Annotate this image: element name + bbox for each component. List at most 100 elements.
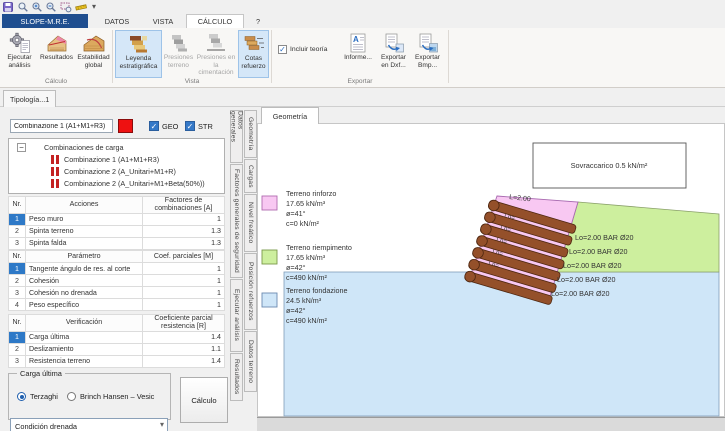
legend-gamma: 24.5 kN/m³ [286, 296, 322, 305]
resultados-button[interactable]: Resultados [39, 30, 74, 78]
side-tab-posicion-refuerzos[interactable]: Posición refuerzos [244, 253, 257, 330]
calculo-button[interactable]: Cálculo [180, 377, 228, 423]
side-tab-nivel-freatico[interactable]: Nivel freático [244, 194, 257, 252]
presiones-cimentacion-button[interactable]: Presiones en la cimentación [195, 30, 237, 78]
chevron-down-icon: ▾ [160, 420, 164, 429]
col-header: Coef. parciales [M] [143, 251, 225, 263]
bar-length-label: Lo=2.00 BAR Ø20 [551, 289, 610, 298]
group-divider [448, 30, 449, 83]
side-tab-datos-generales[interactable]: Datos generales [230, 110, 243, 163]
incluir-teoria-checkbox-row: ✓ Incluir teoría [278, 45, 327, 54]
tree-root-label: Combinaciones de carga [44, 143, 124, 152]
side-tab-cargas[interactable]: Cargas [244, 159, 257, 193]
zoom-in-icon[interactable] [31, 1, 43, 13]
condition-dropdown[interactable]: Condición drenada ▾ [10, 418, 168, 431]
terzaghi-radio[interactable] [17, 392, 26, 401]
geo-label: GEO [162, 122, 178, 131]
table-row[interactable]: 3 Spinta falda 1.3 [9, 237, 225, 249]
foundation-pressures-icon [205, 32, 227, 54]
measure-icon[interactable] [75, 1, 87, 13]
incluir-teoria-checkbox[interactable]: ✓ [278, 45, 287, 54]
combination-name-input[interactable] [10, 119, 113, 133]
side-tab-ejecutar-analisis[interactable]: Ejecutar análisis [230, 279, 243, 352]
group-divider [112, 30, 113, 83]
exportar-bmp-label: Exportar Bmp... [411, 54, 444, 69]
condition-dropdown-value: Condición drenada [15, 422, 77, 431]
typology-strip: Tipología...1 [0, 88, 725, 107]
geometria-canvas-tab[interactable]: Geometría [261, 107, 319, 124]
toolbar-options-icon[interactable]: ▾ [92, 2, 96, 11]
reinforcement-levels-icon [243, 33, 265, 55]
side-tab-resultados[interactable]: Resultados [230, 353, 243, 401]
legend-c: c=490 kN/m² [286, 316, 328, 325]
soil-pressures-icon [168, 32, 190, 54]
informe-button[interactable]: A Informe... [341, 30, 375, 78]
leyenda-estratigrafica-button[interactable]: Leyenda estratigráfica [115, 30, 162, 78]
tree-root-row[interactable]: − Combinaciones de carga [9, 141, 224, 153]
tree-item-label: Combinazione 2 (A_Unitari+M1+Beta(50%)) [64, 179, 205, 188]
combination-icon [51, 179, 59, 188]
export-dxf-icon [383, 32, 405, 54]
side-tab-datos-terreno[interactable]: Datos terreno [244, 331, 257, 392]
brinch-hansen-radio[interactable] [67, 392, 76, 401]
table-row[interactable]: 2 Spinta terreno 1.3 [9, 225, 225, 237]
app-window: ▾ SLOPE-M.R.E. DATOS VISTA CÁLCULO ? Eje… [0, 0, 725, 431]
tab-datos[interactable]: DATOS [94, 14, 140, 28]
col-header: Verificación [26, 315, 143, 332]
export-bmp-icon [417, 32, 439, 54]
table-row[interactable]: 1 Carga última 1.4 [9, 331, 225, 343]
legend-c: c=490 kN/m² [286, 273, 328, 282]
exportar-bmp-button[interactable]: Exportar Bmp... [411, 30, 444, 78]
group-label-calculo: Cálculo [0, 78, 112, 85]
col-header: Acciones [26, 197, 143, 214]
exportar-dxf-button[interactable]: Exportar en Dxf... [377, 30, 410, 78]
canvas-scrollbar[interactable] [257, 417, 725, 431]
cotas-refuerzo-button[interactable]: Cotas refuerzo [238, 30, 269, 78]
ribbon: Ejecutar análisis Resultados Estabilidad… [0, 28, 725, 88]
col-header: Nr. [9, 197, 26, 214]
legend-name: Terreno fondazione [286, 286, 348, 295]
legend-c: c=0 kN/m² [286, 219, 320, 228]
table-row[interactable]: 1 Tangente ángulo de res. al corte 1 [9, 263, 225, 275]
tab-vista[interactable]: VISTA [142, 14, 184, 28]
geo-checkbox[interactable]: ✓ [149, 121, 159, 131]
group-label-vista: Vista [113, 78, 271, 85]
table-row[interactable]: 2 Cohesión 1 [9, 275, 225, 287]
zoom-window-icon[interactable] [60, 1, 72, 13]
terzaghi-label: Terzaghi [30, 392, 58, 401]
ejecutar-analisis-button[interactable]: Ejecutar análisis [2, 30, 37, 78]
leyenda-estratigrafica-label: Leyenda estratigráfica [116, 55, 161, 70]
col-header: Coeficiente parcial resistencia [R] [143, 315, 225, 332]
tab-slope-mre[interactable]: SLOPE-M.R.E. [2, 14, 88, 28]
presiones-terreno-button[interactable]: Presiones terreno [163, 30, 194, 78]
table-row[interactable]: 4 Peso específico 1 [9, 299, 225, 311]
tree-item[interactable]: Combinazione 1 (A1+M1+R3) [9, 153, 224, 165]
table-row[interactable]: 1 Peso muro 1 [9, 213, 225, 225]
collapse-icon[interactable]: − [17, 143, 26, 152]
tree-item[interactable]: Combinazione 2 (A_Unitari+M1+R) [9, 165, 224, 177]
typology-tab[interactable]: Tipología...1 [3, 90, 56, 107]
estabilidad-global-button[interactable]: Estabilidad global [76, 30, 111, 78]
strata-legend-icon [128, 33, 150, 55]
ribbon-tab-bar: SLOPE-M.R.E. DATOS VISTA CÁLCULO ? [0, 14, 725, 28]
table-row[interactable]: 3 Cohesión no drenada 1 [9, 287, 225, 299]
side-tab-factores-seguridad[interactable]: Factores generales de seguridad [230, 164, 243, 278]
presiones-terreno-label: Presiones terreno [163, 54, 194, 69]
tree-item[interactable]: Combinazione 2 (A_Unitari+M1+Beta(50%)) [9, 177, 224, 189]
tab-help[interactable]: ? [250, 14, 266, 28]
group-label-exportar: Exportar [272, 78, 448, 85]
table-row[interactable]: 2 Deslizamiento 1.1 [9, 343, 225, 355]
global-stability-icon [83, 32, 105, 54]
table-row[interactable]: 3 Resistencia terreno 1.4 [9, 355, 225, 367]
combination-color-swatch[interactable] [118, 119, 133, 133]
zoom-out-icon[interactable] [45, 1, 57, 13]
incluir-teoria-label: Incluir teoría [290, 46, 327, 53]
side-tab-geometria[interactable]: Geometría [244, 110, 257, 158]
surcharge-label: Sovraccarico 0.5 kN/m² [571, 161, 648, 170]
str-checkbox[interactable]: ✓ [185, 121, 195, 131]
tab-calculo[interactable]: CÁLCULO [186, 14, 244, 28]
legend-gamma: 17.65 kN/m³ [286, 253, 326, 262]
tree-item-label: Combinazione 1 (A1+M1+R3) [64, 155, 159, 164]
zoom-icon[interactable] [17, 1, 29, 13]
save-icon[interactable] [2, 1, 14, 13]
